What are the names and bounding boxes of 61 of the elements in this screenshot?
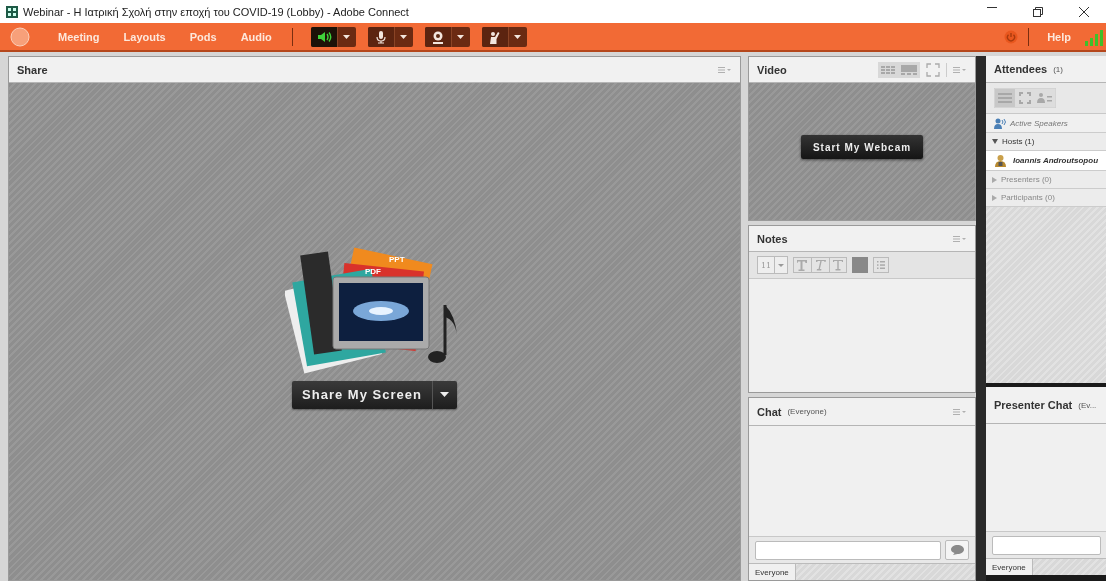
menu-item[interactable]: Pods: [189, 30, 217, 43]
app-icon: [6, 5, 18, 18]
view-toggle-icon[interactable]: [994, 88, 1056, 108]
host-icon: [994, 154, 1007, 167]
pod-menu-icon[interactable]: [953, 65, 967, 74]
share-screen-button[interactable]: Share My Screen: [292, 380, 457, 409]
caret-icon: [457, 34, 465, 39]
caret-icon: [440, 392, 450, 397]
chat-input-field[interactable]: [992, 535, 1101, 555]
expanded-triangle-icon: [992, 139, 998, 144]
help-menu[interactable]: Help: [1047, 30, 1071, 43]
caret-icon: [778, 263, 785, 267]
send-button[interactable]: [945, 540, 969, 560]
caret-icon: [343, 34, 351, 39]
speaking-person-icon: [994, 117, 1006, 129]
pod-menu-icon[interactable]: [718, 65, 732, 74]
power-icon[interactable]: [1004, 29, 1019, 44]
attendee-group[interactable]: Hosts (1): [986, 133, 1106, 151]
fullscreen-icon[interactable]: [926, 62, 940, 77]
caret-icon: [514, 34, 522, 39]
pod-title: Share: [17, 63, 48, 76]
font-size-dropdown[interactable]: 11: [757, 256, 789, 274]
window-title: Webinar - Η Ιατρική Σχολή στην εποχή του COVID-19 (Lobby) - Adobe Connect: [23, 5, 409, 18]
logo-icon: [10, 26, 30, 47]
pod-title: Presenter Chat: [994, 399, 1073, 411]
layout-toggle-icon[interactable]: [878, 61, 920, 78]
pod-title: Attendees: [994, 63, 1048, 75]
pod-title: Chat: [757, 405, 782, 418]
chat-tab[interactable]: Everyone: [749, 564, 796, 580]
menu-item[interactable]: Meeting: [58, 30, 100, 43]
toolbar-button[interactable]: [481, 26, 527, 47]
ppt-label: PPT: [388, 254, 405, 264]
attendee-group[interactable]: Participants (0): [986, 189, 1106, 207]
restore-icon[interactable]: [1033, 6, 1043, 17]
attendee-group[interactable]: Presenters (0): [986, 171, 1106, 189]
minimize-icon[interactable]: [987, 6, 997, 8]
chat-tab[interactable]: Everyone: [986, 559, 1033, 575]
pod-menu-icon[interactable]: [953, 234, 967, 243]
pod-title: Video: [757, 63, 787, 76]
collapsed-triangle-icon: [992, 176, 997, 183]
chat-input-field[interactable]: [755, 540, 941, 560]
toolbar-button[interactable]: [367, 26, 413, 47]
start-webcam-button[interactable]: Start My Webcam: [800, 135, 924, 159]
connection-signal-icon: [1085, 27, 1106, 46]
speech-bubble-icon: [950, 545, 964, 555]
chat-scope-label: (Everyone): [787, 407, 827, 416]
close-icon[interactable]: [1079, 6, 1089, 17]
text-format-icon[interactable]: [793, 257, 848, 273]
attendee-count: (1): [1053, 64, 1063, 74]
menu-item[interactable]: Layouts: [123, 30, 166, 43]
toolbar-button[interactable]: [424, 26, 470, 47]
caret-icon: [400, 34, 408, 39]
pod-menu-icon[interactable]: [953, 407, 967, 416]
pod-title: Notes: [757, 232, 788, 245]
list-icon[interactable]: [873, 257, 890, 273]
menu-item[interactable]: Audio: [240, 30, 272, 43]
collapsed-triangle-icon: [992, 194, 997, 201]
chat-scope-label: (Ev...: [1078, 400, 1097, 410]
toolbar-button[interactable]: [310, 26, 356, 47]
active-speakers-label: Active Speakers: [1010, 118, 1068, 128]
color-swatch-icon[interactable]: [852, 257, 869, 273]
